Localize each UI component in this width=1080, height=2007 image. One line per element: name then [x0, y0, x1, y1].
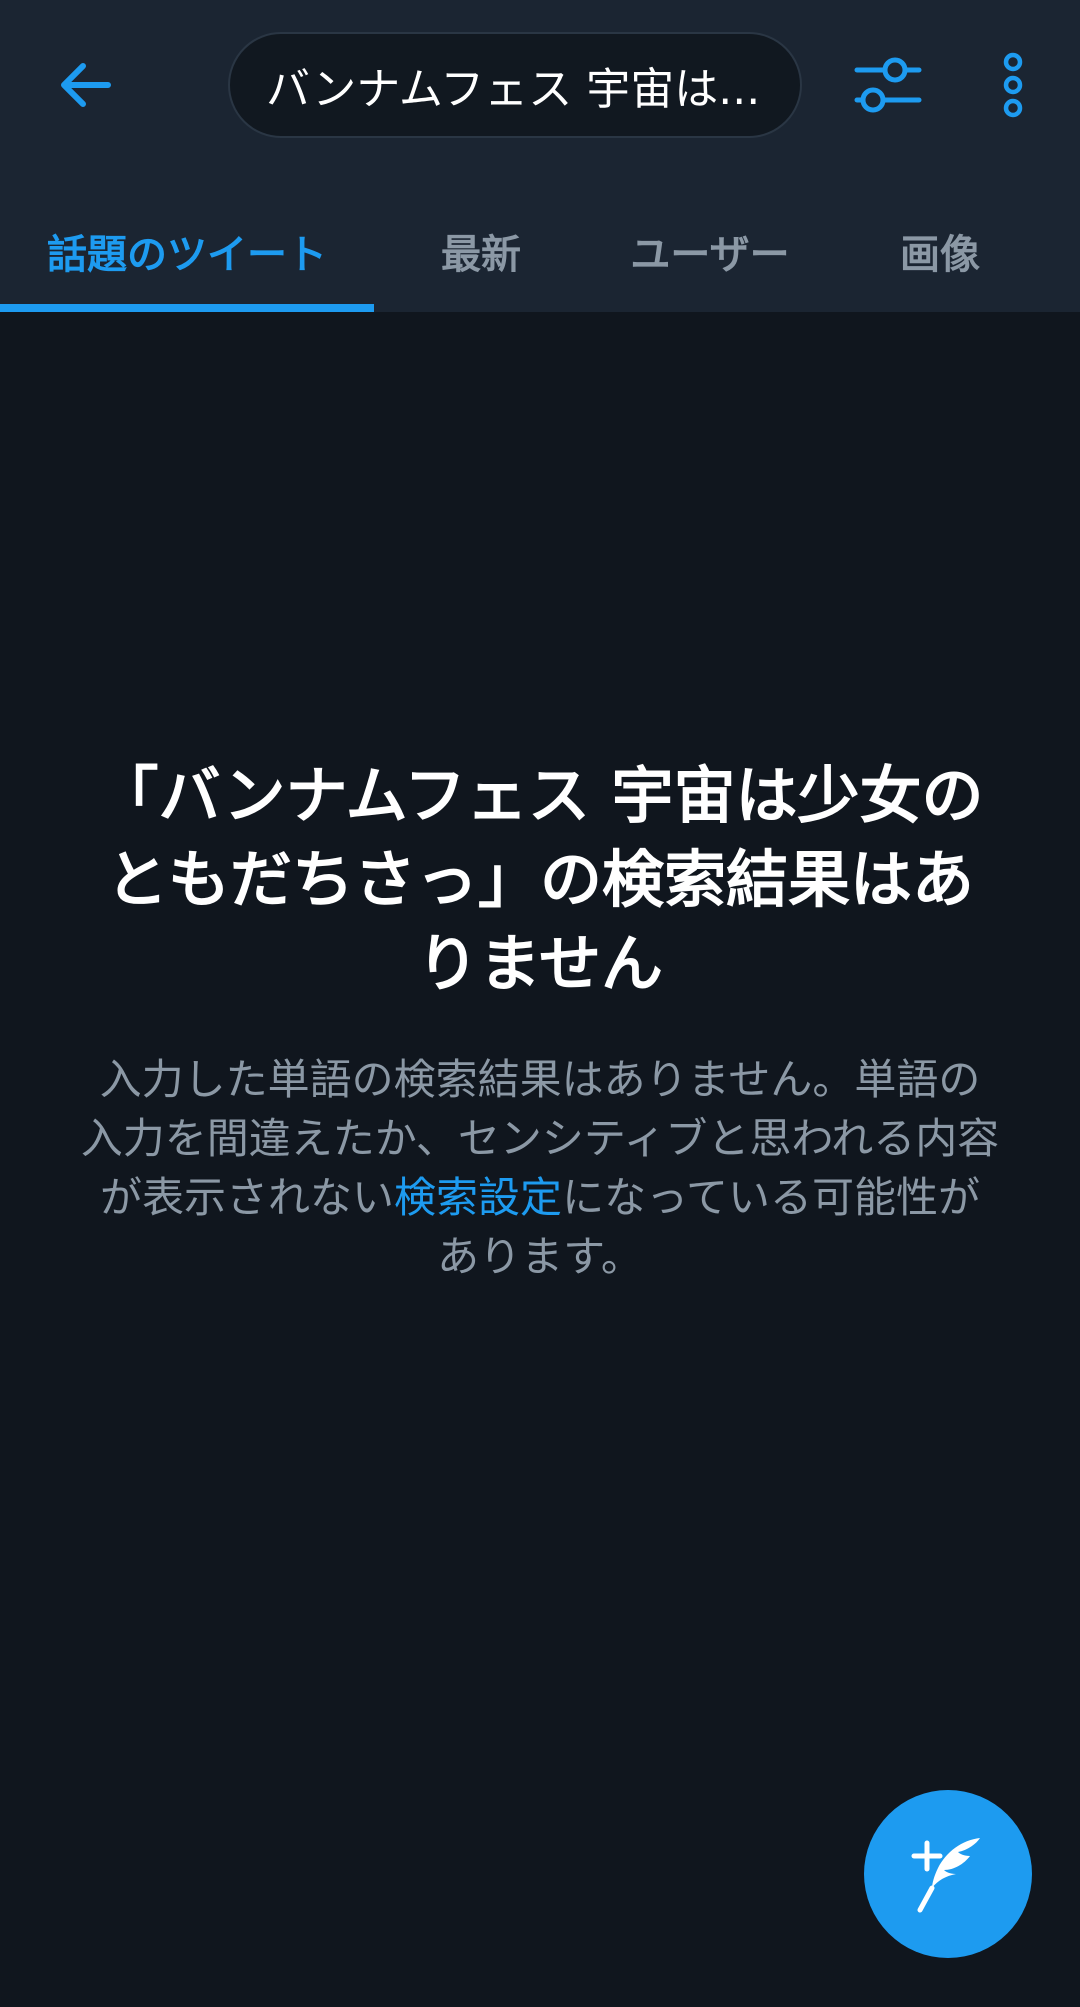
search-filter-button[interactable] — [846, 42, 930, 128]
vertical-dots-icon — [1003, 52, 1023, 118]
empty-state-title: 「バンナムフェス 宇宙は少女のともだちさっ」の検索結果はありません — [96, 759, 984, 1000]
sliders-icon — [854, 57, 922, 113]
active-tab-indicator — [0, 304, 374, 312]
tab-images[interactable]: 画像 — [832, 190, 1048, 312]
search-settings-link[interactable]: 検索設定 — [394, 1173, 562, 1222]
tab-label: 最新 — [441, 232, 521, 278]
tab-label: 話題のツイート — [47, 232, 327, 278]
more-options-button[interactable] — [980, 42, 1046, 128]
search-query-text: バンナムフェス 宇宙は... — [266, 64, 761, 115]
search-input[interactable]: バンナムフェス 宇宙は... — [228, 32, 802, 138]
search-tabs: 話題のツイート 最新 ユーザー 画像 — [0, 190, 1080, 312]
compose-tweet-button[interactable] — [864, 1790, 1032, 1958]
tab-users[interactable]: ユーザー — [588, 190, 832, 312]
empty-state-message: 入力した単語の検索結果はありません。単語の入力を間違えたか、センシティブと思われ… — [80, 1050, 1000, 1286]
arrow-left-icon — [61, 63, 111, 107]
compose-tweet-icon — [911, 1838, 980, 1913]
tab-latest[interactable]: 最新 — [374, 190, 588, 312]
app-screen: バンナムフェス 宇宙は... 話題のツイート 最新 ユーザー 画像 「バンナムフ… — [0, 0, 1080, 2007]
top-bar: バンナムフェス 宇宙は... — [0, 0, 1080, 172]
tab-label: 画像 — [900, 232, 980, 278]
tab-top-tweets[interactable]: 話題のツイート — [0, 190, 374, 312]
tab-label: ユーザー — [630, 232, 790, 278]
header: バンナムフェス 宇宙は... 話題のツイート 最新 ユーザー 画像 — [0, 0, 1080, 312]
back-button[interactable] — [40, 40, 130, 130]
